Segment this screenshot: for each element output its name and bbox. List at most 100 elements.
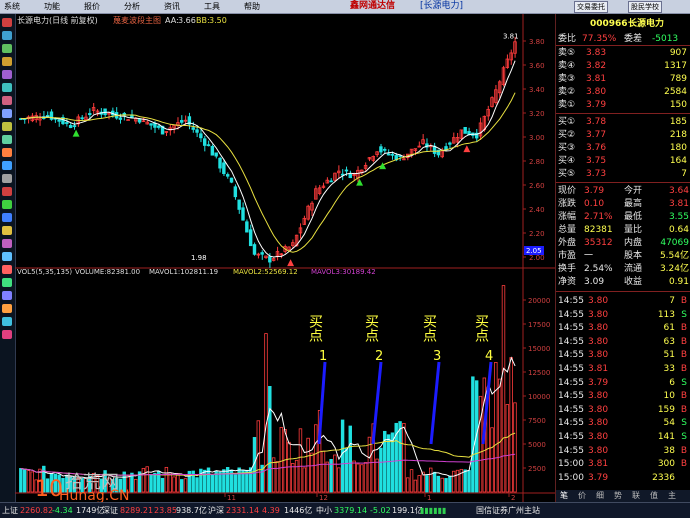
- stat-label: 外盘: [558, 238, 577, 248]
- bb-value: 3.50: [209, 16, 227, 25]
- kline-chart[interactable]: 长源电力(日线 前复权) 蔑麦波段主图 AA: 3.66 BB: 3.50 3.80 3.60…: [15, 14, 555, 504]
- tool-icon[interactable]: [2, 239, 12, 248]
- menu-5[interactable]: 工具: [204, 0, 220, 13]
- volume-bar: [164, 466, 169, 493]
- tool-icon[interactable]: [2, 135, 12, 144]
- brand-title: 鑫网通达信: [350, 1, 396, 11]
- volume-bar: [294, 459, 299, 493]
- weibi-row: 委比 77.35% 委差 -5013: [556, 33, 690, 46]
- tick-direction: B: [680, 391, 687, 402]
- tool-icon[interactable]: [2, 226, 12, 235]
- tool-icon[interactable]: [2, 174, 12, 183]
- tick-time: 14:55: [558, 404, 584, 415]
- quote-tab[interactable]: 联: [632, 490, 640, 502]
- quote-tab[interactable]: 势: [614, 490, 622, 502]
- candle-body: [45, 115, 50, 117]
- tick-volume: 113: [657, 309, 675, 320]
- tool-icon[interactable]: [2, 213, 12, 222]
- buy-point-number: 1: [319, 349, 327, 364]
- tool-icon[interactable]: [2, 252, 12, 261]
- school-button[interactable]: 股民学校: [628, 1, 662, 13]
- stat-label: 内盘: [624, 238, 643, 248]
- stat-label: 总量: [558, 225, 577, 235]
- volume-bar: [279, 427, 284, 493]
- tool-icon[interactable]: [2, 291, 12, 300]
- volume-bar: [176, 473, 180, 493]
- stat-value: 0.64: [668, 225, 689, 235]
- buy-point-arrow: [371, 361, 383, 445]
- volume-bar: [22, 469, 27, 493]
- tool-icon[interactable]: [2, 18, 12, 27]
- stat-value: 5.54亿: [659, 251, 689, 261]
- quote-tab[interactable]: 值: [650, 490, 658, 502]
- buy-price: 3.77: [586, 130, 607, 140]
- candle-body: [248, 229, 253, 247]
- stat-value: 0.10: [584, 199, 605, 209]
- menu-2[interactable]: 报价: [84, 0, 100, 13]
- tool-icon[interactable]: [2, 200, 12, 209]
- sz-amount: 938.7亿: [176, 506, 207, 515]
- tick-time: 14:55: [558, 432, 584, 442]
- tool-icon[interactable]: [2, 96, 12, 105]
- tool-icon[interactable]: [2, 57, 12, 66]
- signal-arrow-icon: ▲: [287, 258, 294, 268]
- trade-button[interactable]: 交易委托: [574, 1, 608, 13]
- sell-label: 卖④: [558, 61, 576, 71]
- volume-bar: [451, 470, 456, 493]
- sell-volume: 1317: [664, 61, 687, 71]
- tool-icon[interactable]: [2, 109, 12, 118]
- menu-0[interactable]: 系统: [4, 0, 20, 13]
- quote-tab[interactable]: 笔: [560, 490, 568, 502]
- buy-volume: 185: [669, 117, 687, 127]
- tool-icon[interactable]: [2, 161, 12, 170]
- quote-tab[interactable]: 细: [596, 490, 604, 502]
- tick-price: 3.81: [588, 364, 609, 374]
- tool-icon[interactable]: [2, 44, 12, 53]
- stat-value: 3.55: [668, 212, 689, 222]
- menu-3[interactable]: 分析: [124, 0, 140, 13]
- tool-icon[interactable]: [2, 187, 12, 196]
- volume-bar: [425, 475, 429, 493]
- candle-body: [463, 127, 467, 134]
- tick-direction: S: [681, 432, 687, 442]
- menu-1[interactable]: 功能: [44, 0, 60, 13]
- tool-icon[interactable]: [2, 122, 12, 131]
- hs-label: 沪深: [208, 506, 224, 515]
- stat-label: 今开: [624, 186, 643, 196]
- tick-direction: B: [680, 445, 687, 456]
- tool-icon[interactable]: [2, 304, 12, 313]
- tool-icon[interactable]: [2, 330, 12, 339]
- volume-bar: [291, 463, 295, 493]
- volume-bar: [314, 424, 318, 493]
- sell-label: 卖⑤: [558, 48, 576, 58]
- sh-label: 上证: [2, 506, 18, 515]
- tool-icon[interactable]: [2, 265, 12, 274]
- menu-6[interactable]: 帮助: [244, 0, 260, 13]
- quote-tabs: 笔价细势联值主: [556, 490, 690, 502]
- tick-row: 14:55 3.81 33 B: [556, 363, 690, 375]
- tool-icon[interactable]: [2, 70, 12, 79]
- volume-bar: [356, 463, 360, 493]
- vol-tick-label: 10000: [528, 393, 550, 401]
- tick-volume: 54: [663, 418, 675, 429]
- stat-value: 2.54%: [584, 264, 613, 274]
- tick-row: 14:55 3.80 51 B: [556, 349, 690, 361]
- volume-bar: [306, 437, 310, 493]
- volume-bar: [237, 467, 241, 493]
- candle-body: [218, 157, 222, 169]
- quote-tab[interactable]: 主: [668, 490, 676, 502]
- buy-volume: 218: [669, 130, 687, 140]
- status-bar: 上证 2260.82 -4.34 1749亿 深证 8289.21 23.85 …: [0, 502, 690, 518]
- menu-4[interactable]: 资讯: [164, 0, 180, 13]
- candle-body: [237, 199, 241, 210]
- chart-canvas[interactable]: 长源电力(日线 前复权) 蔑麦波段主图 AA: 3.66 BB: 3.50 3.80 3.60…: [15, 14, 555, 504]
- tool-icon[interactable]: [2, 148, 12, 157]
- tick-price: 3.80: [588, 350, 609, 361]
- tool-icon[interactable]: [2, 83, 12, 92]
- tick-direction: B: [680, 364, 687, 374]
- tool-icon[interactable]: [2, 31, 12, 40]
- tool-icon[interactable]: [2, 278, 12, 287]
- tool-icon[interactable]: [2, 317, 12, 326]
- buy-label: 买①: [558, 117, 576, 127]
- quote-tab[interactable]: 价: [578, 490, 586, 502]
